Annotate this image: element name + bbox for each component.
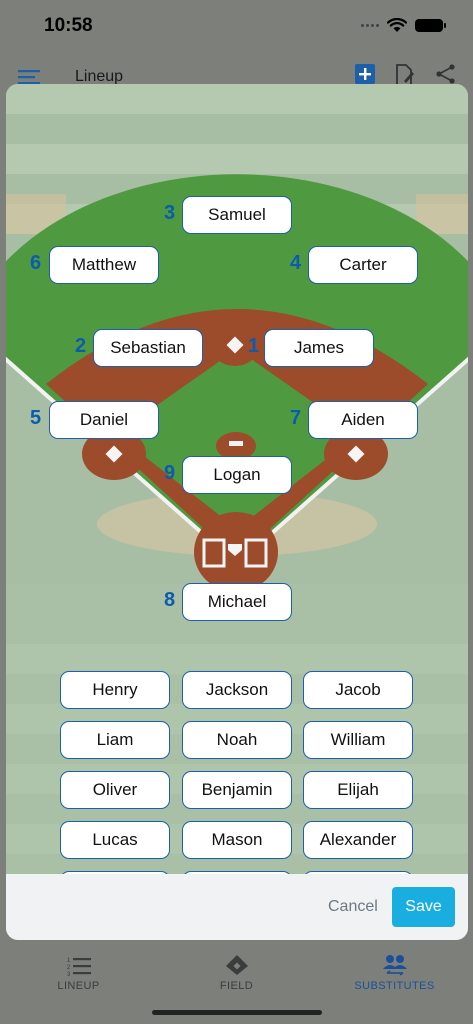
svg-text:3: 3: [67, 972, 71, 976]
position-player-button[interactable]: Aiden: [308, 401, 418, 439]
lineup-editor-sheet: 3 Samuel 6 Matthew 4 Carter 2 Sebastian 1 James 5 D…: [6, 84, 468, 940]
substitute-player-button[interactable]: Oliver: [60, 771, 170, 809]
nav-actions: [355, 64, 457, 86]
share-icon[interactable]: [435, 64, 457, 84]
substitute-player-button[interactable]: William: [303, 721, 413, 759]
wifi-icon: [387, 18, 407, 32]
substitute-player-button[interactable]: Jackson: [182, 671, 292, 709]
save-button[interactable]: Save: [392, 887, 455, 927]
substitute-player-button[interactable]: Alexander: [303, 821, 413, 859]
substitute-player-button[interactable]: Jacob: [303, 671, 413, 709]
tab-lineup[interactable]: 1 2 3 LINEUP: [0, 942, 157, 992]
tab-label: FIELD: [219, 980, 254, 992]
people-swap-icon: [382, 955, 407, 976]
status-bar: 10:58: [0, 0, 473, 54]
sheet-footer: Cancel Save: [6, 874, 468, 940]
substitute-player-button[interactable]: Elijah: [303, 771, 413, 809]
position-number: 6: [30, 252, 42, 274]
position-player-button[interactable]: Michael: [182, 583, 292, 621]
position-number: 9: [164, 462, 176, 484]
menu-icon[interactable]: [18, 70, 40, 84]
cancel-button[interactable]: Cancel: [318, 888, 388, 926]
position-player-button[interactable]: Matthew: [49, 246, 159, 284]
substitute-player-button[interactable]: Lucas: [60, 821, 170, 859]
svg-text:1: 1: [67, 958, 71, 964]
position-number: 1: [248, 335, 260, 357]
position-player-button[interactable]: Sebastian: [93, 329, 203, 367]
tab-label: SUBSTITUTES: [354, 980, 435, 992]
position-number: 8: [164, 589, 176, 611]
position-player-button[interactable]: Logan: [182, 456, 292, 494]
position-player-button[interactable]: Carter: [308, 246, 418, 284]
signal-icon: [361, 24, 379, 27]
position-number: 4: [290, 252, 302, 274]
status-time: 10:58: [44, 15, 93, 36]
position-player-button[interactable]: Daniel: [49, 401, 159, 439]
svg-text:2: 2: [67, 965, 71, 971]
tab-field[interactable]: FIELD: [158, 942, 315, 992]
position-player-button[interactable]: James: [264, 329, 374, 367]
substitute-player-button[interactable]: Mason: [182, 821, 292, 859]
baseball-diamond-icon: [225, 955, 248, 975]
home-indicator: [152, 1010, 322, 1015]
tab-label: LINEUP: [57, 980, 100, 992]
add-icon[interactable]: [355, 64, 375, 84]
substitute-player-button[interactable]: Henry: [60, 671, 170, 709]
tab-substitutes[interactable]: SUBSTITUTES: [316, 942, 473, 992]
edit-document-icon[interactable]: [395, 64, 415, 86]
status-icons: [361, 18, 446, 33]
substitute-player-button[interactable]: Benjamin: [182, 771, 292, 809]
position-number: 7: [290, 407, 302, 429]
battery-icon: [415, 19, 446, 32]
position-number: 3: [164, 202, 176, 224]
substitute-player-button[interactable]: Noah: [182, 721, 292, 759]
numbered-list-icon: 1 2 3: [67, 958, 91, 976]
position-number: 5: [30, 407, 42, 429]
position-player-button[interactable]: Samuel: [182, 196, 292, 234]
substitute-player-button[interactable]: Liam: [60, 721, 170, 759]
position-number: 2: [75, 335, 87, 357]
